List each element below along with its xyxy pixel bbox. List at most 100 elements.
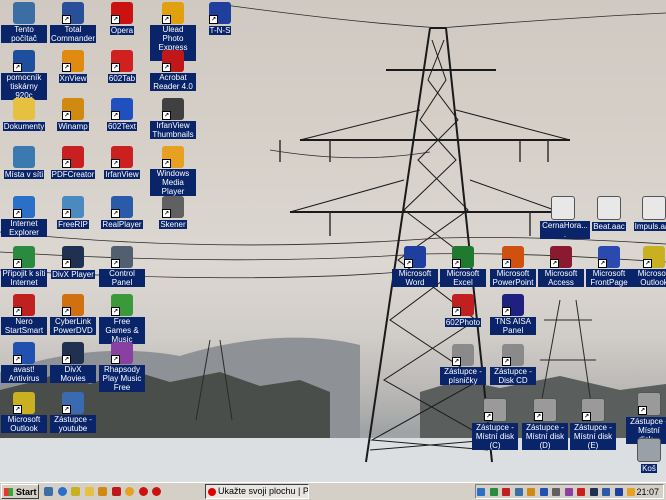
desktop-icon[interactable]: ↗ Acrobat Reader 4.0 xyxy=(150,50,196,91)
desktop-icon[interactable]: ↗ Nero StartSmart xyxy=(1,294,47,335)
desktop-icon[interactable]: Místa v síti xyxy=(1,146,47,179)
desktop-icon-label: Total Commander xyxy=(50,25,97,43)
desktop-icon[interactable]: ↗ Total Commander xyxy=(50,2,97,43)
desktop-icon[interactable]: ↗ IrfanView Thumbnails xyxy=(150,98,196,139)
show-desktop-icon[interactable] xyxy=(44,487,53,496)
folder-icon[interactable] xyxy=(84,487,94,496)
desktop-icon[interactable]: Tento počítač xyxy=(1,2,47,43)
desktop-icon[interactable]: ↗ Winamp xyxy=(50,98,96,131)
media-player-icon: ↗ xyxy=(162,146,184,168)
desktop-icon-label: Připojit k síti Internet xyxy=(1,269,47,287)
desktop-icon[interactable]: ↗ CyberLink PowerDVD xyxy=(50,294,96,335)
desktop-icon-label: Control Panel xyxy=(99,269,145,287)
shortcut-arrow-icon: ↗ xyxy=(452,307,461,316)
desktop-icon[interactable]: ↗ XnView xyxy=(50,50,96,83)
shortcut-arrow-icon: ↗ xyxy=(62,209,71,218)
desktop-icon[interactable]: Koš xyxy=(626,438,666,473)
tray-icon[interactable] xyxy=(552,488,561,496)
tray-icon[interactable] xyxy=(589,488,598,496)
tray-icon[interactable] xyxy=(502,488,511,496)
desktop-icon[interactable]: ↗ Zástupce - Místní disk (E) xyxy=(570,398,616,450)
desktop-icon[interactable]: ↗ Opera xyxy=(99,2,145,35)
desktop-icon[interactable]: ↗Microsoft Outlook xyxy=(1,392,47,433)
desktop-icon[interactable]: ↗ avast! Antivirus xyxy=(1,342,47,383)
winamp-icon[interactable] xyxy=(98,487,108,496)
globe-icon: ↗ xyxy=(13,246,35,268)
desktop-icon-label: TNS AISA Panel xyxy=(490,317,536,335)
shortcut-arrow-icon: ↗ xyxy=(111,111,120,120)
start-button[interactable]: Start xyxy=(1,484,39,499)
desktop-icon-label: Zástupce - Místní disk (D) xyxy=(522,423,568,450)
desktop-icon[interactable]: ↗ RealPlayer xyxy=(99,196,145,229)
shortcut-arrow-icon: ↗ xyxy=(111,63,120,72)
desktop-icon[interactable]: ↗ Internet Explorer xyxy=(1,196,47,237)
tray-icon[interactable] xyxy=(527,488,536,496)
avast-tray-icon[interactable] xyxy=(539,488,548,496)
shortcut-arrow-icon: ↗ xyxy=(162,209,171,218)
taskbar-window-button[interactable]: Ukažte svoji plochu | P... xyxy=(205,484,309,499)
desktop-icon-label: Microsoft Word xyxy=(392,269,438,287)
desktop-icon[interactable]: ↗ Microsoft Access xyxy=(538,246,584,287)
shortcut-arrow-icon: ↗ xyxy=(62,259,71,268)
desktop-icon[interactable]: ↗ IrfanView xyxy=(99,146,145,179)
desktop-icon[interactable]: ↗ Zástupce - youtube xyxy=(50,392,96,433)
desktop-icon[interactable]: ↗ Control Panel xyxy=(99,246,145,287)
shortcut-arrow-icon: ↗ xyxy=(534,412,543,421)
desktop-icon[interactable]: ↗ DivX Player xyxy=(50,246,96,279)
language-tray-icon[interactable] xyxy=(614,488,623,496)
desktop-icon-label: Koš xyxy=(641,464,657,473)
desktop-icon[interactable]: ↗ T-N-S xyxy=(197,2,243,35)
acrobat-icon[interactable] xyxy=(111,487,121,496)
taskbar-window-title: Ukažte svoji plochu | P... xyxy=(218,486,309,496)
desktop-icon[interactable]: ↗Zástupce - Místní disk... xyxy=(626,392,666,444)
clock: 21:07 xyxy=(636,487,659,497)
desktop-icon[interactable]: ↗ PDFCreator xyxy=(50,146,96,179)
tray-icon[interactable] xyxy=(489,488,498,496)
shortcut-arrow-icon: ↗ xyxy=(502,259,511,268)
scanner-icon: ↗ xyxy=(162,196,184,218)
desktop-icon-label: CyberLink PowerDVD xyxy=(50,317,96,335)
opera-icon[interactable] xyxy=(152,487,162,496)
ie-icon[interactable] xyxy=(57,487,67,496)
desktop-icon[interactable]: ↗Microsoft Outlook xyxy=(631,246,666,287)
desktop-icon[interactable]: ↗ Zástupce - písničky xyxy=(440,344,486,385)
desktop-icon[interactable]: ↗ 602Text xyxy=(99,98,145,131)
desktop-icon[interactable]: ↗ Microsoft FrontPage xyxy=(586,246,632,287)
shortcut-arrow-icon: ↗ xyxy=(598,259,607,268)
tray-icon[interactable] xyxy=(577,488,586,496)
outlook-icon[interactable] xyxy=(71,487,81,496)
desktop-icon[interactable]: ↗ Rhapsody Play Music Free xyxy=(99,342,145,392)
desktop-icon[interactable]: ↗ 602Photo xyxy=(440,294,486,327)
desktop-icon[interactable]: ↗ Zástupce - Disk CD xyxy=(490,344,536,385)
opera-icon[interactable] xyxy=(138,487,148,496)
desktop-icon[interactable]: ↗ TNS AISA Panel xyxy=(490,294,536,335)
tray-icon[interactable] xyxy=(514,488,523,496)
volume-tray-icon[interactable] xyxy=(627,488,636,496)
desktop-icon[interactable]: ↗ Microsoft Word xyxy=(392,246,438,287)
desktop-icon[interactable]: ↗ Připojit k síti Internet xyxy=(1,246,47,287)
desktop-icon-label: IrfanView xyxy=(104,170,140,179)
desktop-icon[interactable]: Impuls.aac xyxy=(631,196,666,231)
desktop-icon[interactable]: ↗ 602Tab xyxy=(99,50,145,83)
desktop-icon[interactable]: Beat.aac xyxy=(586,196,632,231)
tray-icon[interactable] xyxy=(564,488,573,496)
desktop-icon[interactable]: ↗ Microsoft PowerPoint xyxy=(490,246,536,287)
desktop-icon[interactable]: Dokumenty xyxy=(1,98,47,131)
desktop-icon[interactable]: ↗ Free Games & Music xyxy=(99,294,145,344)
desktop-icon-label: Microsoft PowerPoint xyxy=(490,269,536,287)
desktop-icon[interactable]: ↗ pomocník tiskárny 920c xyxy=(1,50,47,100)
desktop-icon[interactable]: ↗ Microsoft Excel xyxy=(440,246,486,287)
media-player-icon[interactable] xyxy=(125,487,135,496)
desktop-icon[interactable]: ↗ Skener xyxy=(150,196,196,229)
excel-icon: ↗ xyxy=(452,246,474,268)
desktop-icon[interactable]: ↗ Zástupce - Místní disk (C) xyxy=(472,398,518,450)
desktop-icon[interactable]: ↗ Zástupce - Místní disk (D) xyxy=(522,398,568,450)
desktop-icon[interactable]: ↗ DivX Movies xyxy=(50,342,96,383)
desktop-icon[interactable]: CernaHora.... xyxy=(540,196,590,239)
tray-icon[interactable] xyxy=(602,488,611,496)
desktop-icon[interactable]: ↗ Windows Media Player xyxy=(150,146,196,196)
shortcut-arrow-icon: ↗ xyxy=(452,357,461,366)
desktop-icon[interactable]: ↗ FreeRIP xyxy=(50,196,96,229)
shortcut-arrow-icon: ↗ xyxy=(62,111,71,120)
network-tray-icon[interactable] xyxy=(477,488,485,496)
